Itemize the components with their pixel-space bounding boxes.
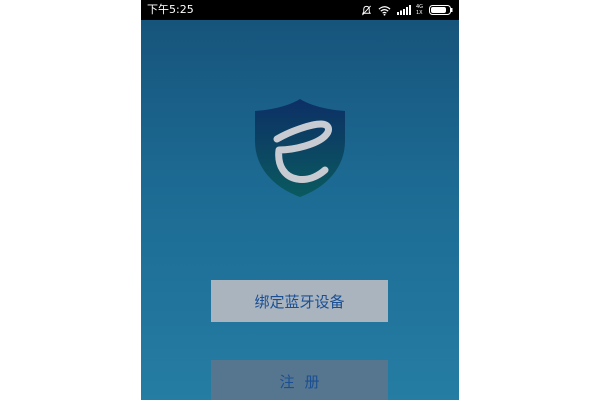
signal-icon — [396, 5, 413, 15]
register-button[interactable]: 注册 — [211, 360, 388, 400]
mute-icon — [361, 5, 372, 16]
register-label: 注册 — [279, 372, 330, 391]
app-screen: 下午5:25 4G 1X 绑定蓝牙设备 注册 — [141, 0, 459, 400]
network-type: 4G 1X — [416, 4, 423, 16]
wifi-icon — [378, 5, 391, 16]
bind-bluetooth-label: 绑定蓝牙设备 — [254, 292, 345, 311]
status-bar: 下午5:25 4G 1X — [141, 0, 459, 20]
bind-bluetooth-button[interactable]: 绑定蓝牙设备 — [211, 280, 388, 322]
status-time: 下午5:25 — [147, 3, 194, 16]
battery-icon — [429, 5, 453, 15]
app-logo-icon — [251, 97, 349, 199]
status-icons: 4G 1X — [361, 3, 453, 17]
network-type-bottom: 1X — [415, 10, 423, 16]
